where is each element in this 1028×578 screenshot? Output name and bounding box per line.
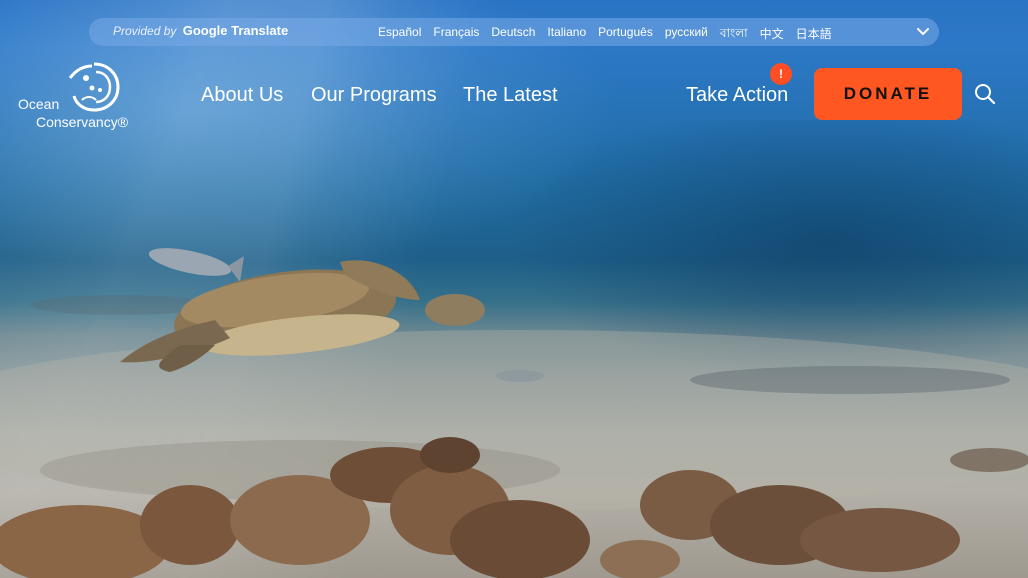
language-link-spanish[interactable]: Español xyxy=(378,25,421,45)
language-link-chinese[interactable]: 中文 xyxy=(760,25,784,45)
donate-button[interactable]: DONATE xyxy=(814,68,962,120)
chevron-down-icon[interactable] xyxy=(915,24,931,40)
notification-badge: ! xyxy=(770,63,792,85)
language-link-bengali[interactable]: বাংলা xyxy=(720,25,748,45)
search-icon[interactable] xyxy=(974,83,996,105)
language-list: Español Français Deutsch Italiano Portug… xyxy=(378,25,832,45)
nav-the-latest[interactable]: The Latest xyxy=(463,84,558,107)
logo-swirl-icon xyxy=(68,62,120,112)
language-link-german[interactable]: Deutsch xyxy=(491,25,535,45)
logo-text-conservancy: Conservancy® xyxy=(36,114,129,130)
language-link-russian[interactable]: русский xyxy=(665,25,708,45)
nav-take-action[interactable]: Take Action xyxy=(686,84,788,107)
logo-text-ocean: Ocean xyxy=(18,96,60,112)
ocean-conservancy-logo[interactable]: Ocean Conservancy® xyxy=(16,60,134,132)
nav-our-programs[interactable]: Our Programs xyxy=(311,84,437,107)
provided-by-text: Provided by xyxy=(113,24,177,38)
provided-by-label: Provided by Google Translate xyxy=(113,23,288,38)
translate-bar: Provided by Google Translate Español Fra… xyxy=(89,18,939,46)
language-link-french[interactable]: Français xyxy=(433,25,479,45)
language-link-japanese[interactable]: 日本語 xyxy=(796,25,832,45)
language-link-portuguese[interactable]: Português xyxy=(598,25,653,45)
nav-about-us[interactable]: About Us xyxy=(201,84,283,107)
language-link-italian[interactable]: Italiano xyxy=(547,25,586,45)
google-translate-label: Google Translate xyxy=(182,23,289,38)
